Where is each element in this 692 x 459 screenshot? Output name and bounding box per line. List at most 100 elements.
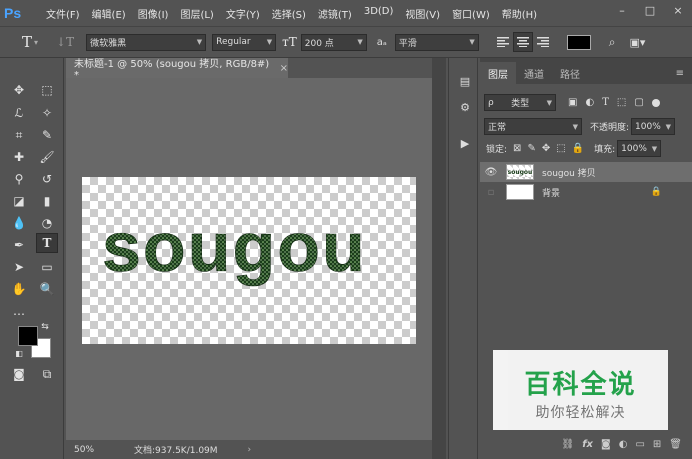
lock-all-icon[interactable]: 🔒: [572, 143, 584, 154]
layer-filter-value: 类型: [511, 99, 530, 109]
blur-tool-icon[interactable]: 💧: [8, 213, 30, 233]
filter-adjustment-icon[interactable]: ◐: [585, 97, 594, 108]
menu-edit[interactable]: 编辑(E): [86, 6, 132, 21]
eyedropper-tool-icon[interactable]: ✎: [36, 125, 58, 145]
lock-position-icon[interactable]: ✥: [542, 143, 550, 154]
document-tab[interactable]: 未标题-1 @ 50% (sougou 拷贝, RGB/8#) * ×: [66, 58, 288, 81]
font-family-select[interactable]: 微软雅黑 ▼: [86, 33, 207, 51]
layer-name: sougou 拷贝: [542, 168, 596, 179]
tab-layers[interactable]: 图层: [480, 62, 516, 84]
menu-type[interactable]: 文字(Y): [220, 6, 266, 21]
lasso-tool-icon[interactable]: ℒ: [8, 103, 30, 123]
crop-tool-icon[interactable]: ⌗: [8, 125, 30, 145]
antialias-select[interactable]: 平滑 ▼: [394, 33, 479, 51]
tab-channels[interactable]: 通道: [516, 62, 552, 84]
close-icon[interactable]: ×: [280, 63, 288, 74]
history-panel-icon[interactable]: ▤: [456, 72, 474, 90]
blend-mode-select[interactable]: 正常 ▼: [484, 118, 582, 135]
tools-panel: ✥ ⬚ ℒ ✧ ⌗ ✎ ✚ 🖌 ⚲ ↺ ◪ ▮ 💧 ◔ ✒ T ➤ ▭ ✋ 🔍 …: [0, 58, 64, 459]
quick-mask-icon[interactable]: ◙: [8, 364, 30, 384]
group-icon[interactable]: ▭: [635, 439, 644, 450]
default-colors-icon[interactable]: ◧: [12, 346, 26, 360]
history-brush-tool-icon[interactable]: ↺: [36, 169, 58, 189]
warp-text-icon[interactable]: ⌕: [609, 35, 616, 50]
panels-toggle-icon[interactable]: ▣▾: [630, 36, 646, 49]
move-tool-icon[interactable]: ✥: [8, 80, 30, 100]
menu-help[interactable]: 帮助(H): [496, 6, 543, 21]
lock-label: 锁定:: [486, 145, 508, 155]
layers-footer: ⛓ fx ◙ ◐ ▭ ⊞ 🗑: [480, 432, 692, 457]
stamp-tool-icon[interactable]: ⚲: [8, 169, 30, 189]
font-style-select[interactable]: Regular ▼: [212, 33, 277, 51]
visibility-off-icon[interactable]: ▫: [480, 187, 502, 198]
filter-pixel-icon[interactable]: ▣: [568, 97, 577, 108]
adjustment-icon[interactable]: ◐: [619, 439, 628, 450]
tool-preset-arrow-icon[interactable]: ▾: [34, 38, 38, 47]
align-left-icon: [496, 37, 509, 47]
menu-file[interactable]: 文件(F): [40, 6, 86, 21]
filter-toggle-icon[interactable]: [651, 98, 660, 107]
lock-artboard-icon[interactable]: ⬚: [556, 143, 565, 154]
close-button[interactable]: ×: [664, 0, 692, 20]
healing-brush-tool-icon[interactable]: ✚: [8, 147, 30, 167]
fill-input[interactable]: 100% ▼: [617, 140, 662, 157]
magic-wand-tool-icon[interactable]: ✧: [36, 103, 58, 123]
lock-pixels-icon[interactable]: ✎: [527, 143, 535, 154]
foreground-color-swatch[interactable]: [18, 326, 38, 346]
text-color-swatch[interactable]: [566, 34, 591, 50]
layer-row[interactable]: 👁 sougou sougou 拷贝: [480, 162, 692, 182]
type-tool-icon[interactable]: T: [36, 233, 58, 253]
marquee-tool-icon[interactable]: ⬚: [36, 80, 58, 100]
menu-3d[interactable]: 3D(D): [358, 6, 400, 21]
pen-tool-icon[interactable]: ✒: [8, 235, 30, 255]
zoom-level[interactable]: 50%: [74, 445, 114, 455]
hand-tool-icon[interactable]: ✋: [8, 279, 30, 299]
screen-mode-icon[interactable]: ⧉: [36, 364, 58, 384]
panel-menu-icon[interactable]: ≡: [676, 68, 684, 79]
dodge-tool-icon[interactable]: ◔: [36, 213, 58, 233]
minimize-button[interactable]: –: [608, 0, 636, 20]
properties-panel-icon[interactable]: ⚙: [456, 98, 474, 116]
menu-filter[interactable]: 滤镜(T): [312, 6, 358, 21]
lock-transparent-icon[interactable]: ⊠: [513, 143, 521, 154]
more-tools-icon[interactable]: …: [8, 301, 30, 321]
filter-shape-icon[interactable]: ⬚: [617, 97, 626, 108]
zoom-tool-icon[interactable]: 🔍: [36, 279, 58, 299]
eye-icon[interactable]: 👁: [480, 167, 502, 178]
align-left-button[interactable]: [493, 32, 513, 52]
link-icon[interactable]: ⛓: [562, 439, 575, 450]
swap-colors-icon[interactable]: ⇆: [38, 320, 52, 334]
layer-row[interactable]: ▫ 背景 🔒: [480, 182, 692, 202]
type-tool-icon[interactable]: T: [22, 33, 32, 51]
vertical-scrollbar[interactable]: [432, 58, 446, 459]
filter-type-icon[interactable]: T: [602, 97, 609, 108]
filter-smart-object-icon[interactable]: ▢: [634, 97, 643, 108]
fx-icon[interactable]: fx: [582, 439, 593, 450]
play-actions-icon[interactable]: ▶: [456, 134, 474, 152]
opacity-input[interactable]: 100% ▼: [631, 118, 676, 135]
layer-filter-select[interactable]: ρ 类型 ▼: [484, 94, 556, 111]
maximize-button[interactable]: □: [636, 0, 664, 20]
menu-select[interactable]: 选择(S): [266, 6, 312, 21]
menu-window[interactable]: 窗口(W): [446, 6, 496, 21]
path-selection-tool-icon[interactable]: ➤: [8, 257, 30, 277]
gradient-tool-icon[interactable]: ▮: [36, 191, 58, 211]
tab-paths[interactable]: 路径: [552, 62, 588, 84]
align-right-button[interactable]: [533, 32, 553, 52]
trash-icon[interactable]: 🗑: [669, 439, 682, 450]
chevron-right-icon[interactable]: ›: [248, 445, 252, 455]
rectangle-tool-icon[interactable]: ▭: [36, 257, 58, 277]
canvas[interactable]: sougou: [82, 177, 416, 344]
text-orientation-icon[interactable]: ↓T: [56, 35, 74, 49]
menu-view[interactable]: 视图(V): [399, 6, 446, 21]
font-size-select[interactable]: 200 点 ▼: [300, 33, 367, 51]
align-center-button[interactable]: [512, 32, 533, 52]
mask-icon[interactable]: ◙: [601, 439, 611, 450]
new-layer-icon[interactable]: ⊞: [653, 439, 661, 450]
brush-tool-icon[interactable]: 🖌: [36, 147, 58, 167]
font-size-value: 200 点: [304, 38, 334, 49]
chevron-down-icon: ▼: [572, 122, 578, 131]
menu-layer[interactable]: 图层(L): [174, 6, 219, 21]
eraser-tool-icon[interactable]: ◪: [8, 191, 30, 211]
menu-image[interactable]: 图像(I): [132, 6, 175, 21]
